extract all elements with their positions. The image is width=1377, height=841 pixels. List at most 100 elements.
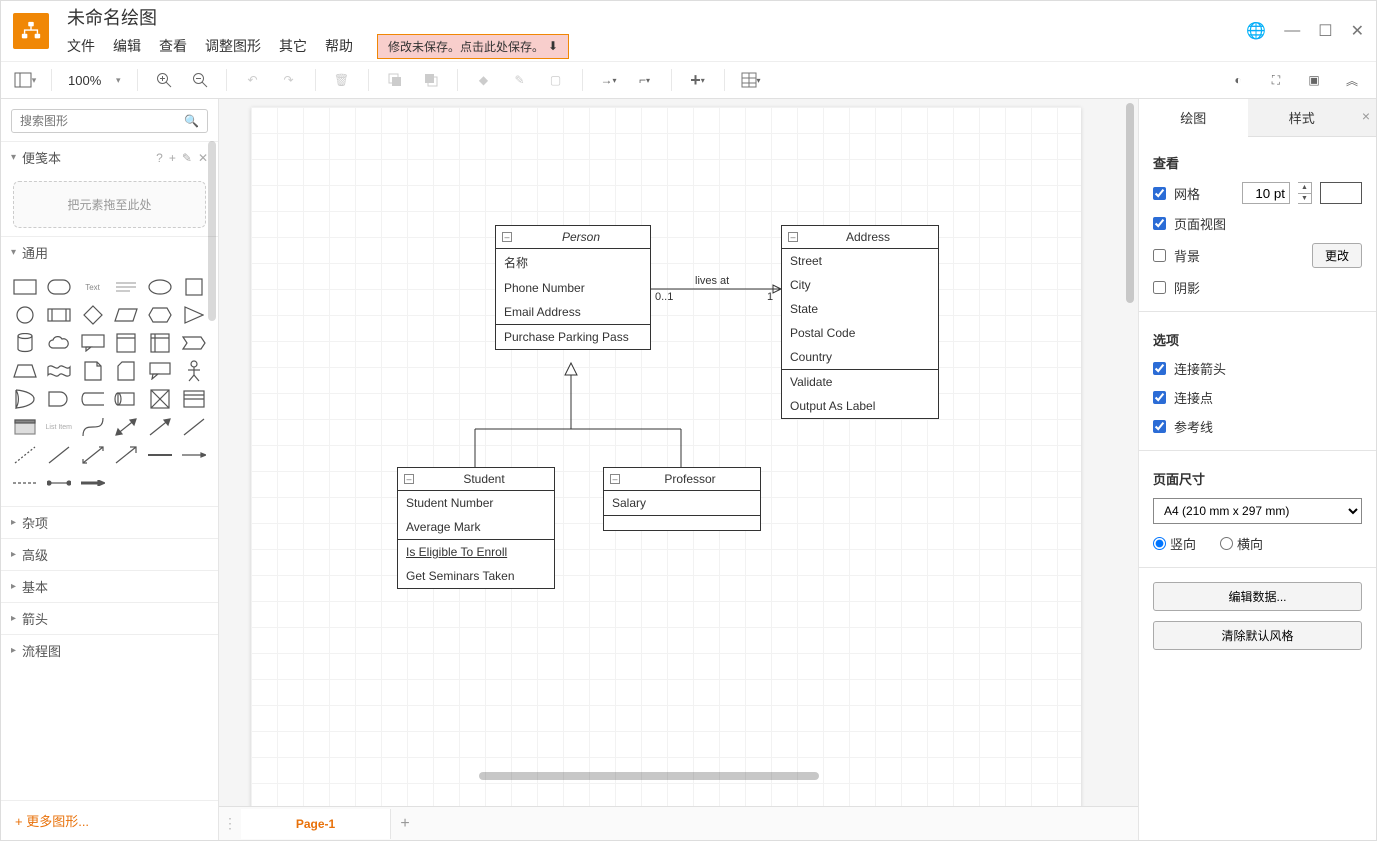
shape-conn4[interactable] bbox=[45, 472, 73, 494]
clear-style-button[interactable]: 清除默认风格 bbox=[1153, 621, 1362, 650]
menu-extras[interactable]: 其它 bbox=[279, 36, 307, 56]
pageview-checkbox[interactable] bbox=[1153, 217, 1166, 230]
shape-or[interactable] bbox=[11, 388, 39, 410]
add-page-button[interactable]: + bbox=[391, 815, 419, 833]
shape-cloud[interactable] bbox=[45, 332, 73, 354]
to-front-icon[interactable] bbox=[381, 66, 409, 94]
grid-size-input[interactable] bbox=[1242, 182, 1290, 204]
attr[interactable]: Country bbox=[782, 345, 938, 369]
paper[interactable]: –Person 名称 Phone Number Email Address Pu… bbox=[251, 107, 1081, 806]
edge-label[interactable]: lives at bbox=[695, 275, 729, 287]
shape-conn5[interactable] bbox=[79, 472, 107, 494]
zoom-value[interactable]: 100% bbox=[68, 73, 110, 88]
shape-conn3[interactable] bbox=[11, 472, 39, 494]
shape-list[interactable] bbox=[180, 388, 208, 410]
shape-biline[interactable] bbox=[79, 444, 107, 466]
collapse-icon[interactable]: – bbox=[788, 232, 798, 242]
tab-style[interactable]: 样式 bbox=[1248, 99, 1357, 137]
shape-text[interactable]: Text bbox=[79, 276, 107, 298]
insert-icon[interactable]: +▾ bbox=[684, 66, 712, 94]
shape-line[interactable] bbox=[180, 416, 208, 438]
shape-actor[interactable] bbox=[180, 360, 208, 382]
shape-hexagon[interactable] bbox=[146, 304, 174, 326]
menu-help[interactable]: 帮助 bbox=[325, 36, 353, 56]
shape-textbox[interactable] bbox=[113, 276, 141, 298]
zoom-out-icon[interactable] bbox=[186, 66, 214, 94]
attr[interactable]: Salary bbox=[604, 491, 760, 515]
class-student[interactable]: –Student Student Number Average Mark Is … bbox=[397, 467, 555, 589]
class-person[interactable]: –Person 名称 Phone Number Email Address Pu… bbox=[495, 225, 651, 350]
unsaved-banner[interactable]: 修改未保存。点击此处保存。 ⬇ bbox=[377, 34, 569, 59]
v-scrollbar[interactable] bbox=[1126, 99, 1136, 776]
shape-and[interactable] bbox=[45, 388, 73, 410]
tab-diagram[interactable]: 绘图 bbox=[1139, 99, 1248, 137]
shape-dash[interactable] bbox=[11, 444, 39, 466]
search-input-wrap[interactable]: 🔍 bbox=[11, 109, 208, 133]
to-back-icon[interactable] bbox=[417, 66, 445, 94]
op[interactable]: Purchase Parking Pass bbox=[496, 325, 650, 349]
attr[interactable]: State bbox=[782, 297, 938, 321]
shape-labelbox[interactable]: List Item bbox=[45, 416, 73, 438]
shape-trapezoid[interactable] bbox=[11, 360, 39, 382]
delete-icon[interactable]: 🗑 bbox=[328, 66, 356, 94]
more-shapes-link[interactable]: + 更多图形... bbox=[1, 800, 218, 840]
collapse-icon[interactable]: – bbox=[404, 474, 414, 484]
canvas[interactable]: –Person 名称 Phone Number Email Address Pu… bbox=[219, 99, 1138, 806]
connection-icon[interactable]: →▾ bbox=[595, 66, 623, 94]
shape-card[interactable] bbox=[113, 360, 141, 382]
change-bg-button[interactable]: 更改 bbox=[1312, 243, 1362, 268]
edit-data-button[interactable]: 编辑数据... bbox=[1153, 582, 1362, 611]
search-icon[interactable]: 🔍 bbox=[184, 114, 199, 128]
shape-callout[interactable] bbox=[79, 332, 107, 354]
shape-curve[interactable] bbox=[79, 416, 107, 438]
undo-icon[interactable]: ↶ bbox=[239, 66, 267, 94]
menu-file[interactable]: 文件 bbox=[67, 36, 95, 56]
add-icon[interactable]: + bbox=[169, 151, 176, 165]
attr[interactable]: Email Address bbox=[496, 300, 650, 324]
attr[interactable]: Street bbox=[782, 249, 938, 273]
shape-conn1[interactable] bbox=[146, 444, 174, 466]
class-address[interactable]: –Address Street City State Postal Code C… bbox=[781, 225, 939, 419]
collapse-icon[interactable]: ︽ bbox=[1338, 66, 1366, 94]
menu-edit[interactable]: 编辑 bbox=[113, 36, 141, 56]
multiplicity[interactable]: 0..1 bbox=[655, 291, 673, 303]
grid-checkbox[interactable] bbox=[1153, 187, 1166, 200]
op[interactable]: Output As Label bbox=[782, 394, 938, 418]
landscape-radio[interactable]: 横向 bbox=[1220, 534, 1263, 553]
grid-size-spinner[interactable]: ▲▼ bbox=[1298, 182, 1312, 204]
shape-parallelogram[interactable] bbox=[113, 304, 141, 326]
page-tab[interactable]: Page-1 bbox=[241, 809, 391, 839]
flowchart-header[interactable]: ▸流程图 bbox=[1, 634, 218, 666]
shape-tape[interactable] bbox=[45, 360, 73, 382]
attr[interactable]: Phone Number bbox=[496, 276, 650, 300]
shape-cylinder[interactable] bbox=[11, 332, 39, 354]
background-checkbox[interactable] bbox=[1153, 249, 1166, 262]
shape-halfcircle[interactable] bbox=[113, 388, 141, 410]
fill-color-icon[interactable]: ◆ bbox=[470, 66, 498, 94]
shape-document[interactable] bbox=[113, 332, 141, 354]
attr[interactable]: City bbox=[782, 273, 938, 297]
conn-points-checkbox[interactable] bbox=[1153, 391, 1166, 404]
left-scrollbar[interactable] bbox=[208, 141, 216, 800]
op[interactable]: Validate bbox=[782, 370, 938, 394]
shape-triangle[interactable] bbox=[180, 304, 208, 326]
menu-view[interactable]: 查看 bbox=[159, 36, 187, 56]
shadow-checkbox[interactable] bbox=[1153, 281, 1166, 294]
page-title[interactable]: 未命名绘图 bbox=[67, 4, 1246, 30]
attr[interactable]: Postal Code bbox=[782, 321, 938, 345]
advanced-header[interactable]: ▸高级 bbox=[1, 538, 218, 570]
format-panel-icon[interactable]: ▣ bbox=[1300, 66, 1328, 94]
shape-ellipse[interactable] bbox=[146, 276, 174, 298]
scratchpad-dropzone[interactable]: 把元素拖至此处 bbox=[13, 181, 206, 228]
basic-header[interactable]: ▸基本 bbox=[1, 570, 218, 602]
shape-process[interactable] bbox=[45, 304, 73, 326]
shape-arrow[interactable] bbox=[146, 416, 174, 438]
general-header[interactable]: ▾ 通用 bbox=[1, 236, 218, 268]
shape-rect[interactable] bbox=[11, 276, 39, 298]
shape-frame[interactable] bbox=[11, 416, 39, 438]
attr[interactable]: 名称 bbox=[496, 249, 650, 276]
waypoint-icon[interactable]: ⌐▾ bbox=[631, 66, 659, 94]
table-icon[interactable]: ▾ bbox=[737, 66, 765, 94]
shadow-icon[interactable]: ▢ bbox=[542, 66, 570, 94]
globe-icon[interactable]: 🌐 bbox=[1246, 21, 1266, 41]
